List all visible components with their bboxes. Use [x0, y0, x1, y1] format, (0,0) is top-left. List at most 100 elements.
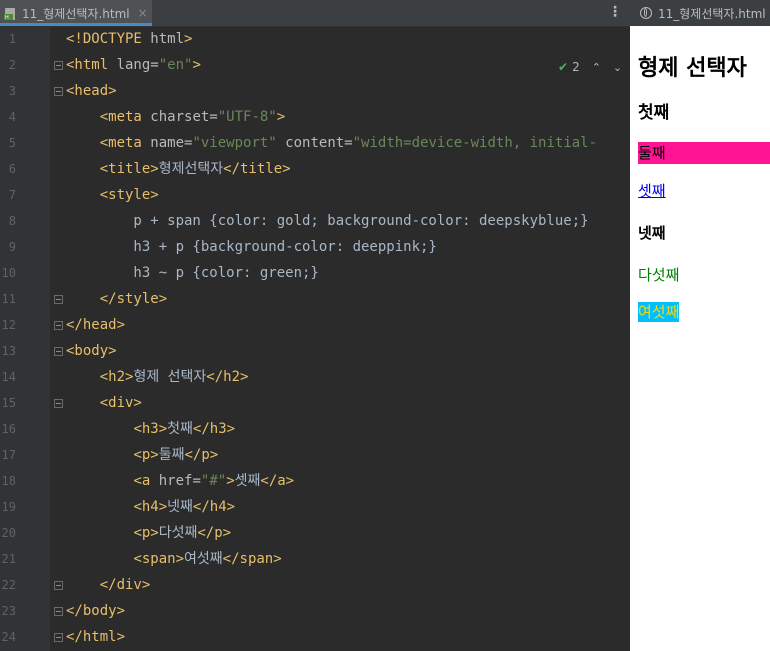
close-icon[interactable]: ×	[138, 6, 148, 20]
line-number: 1	[8, 32, 16, 46]
line-number: 2	[8, 58, 16, 72]
code-line: <a href="#">셋째</a>	[66, 468, 294, 494]
fold-marker-icon[interactable]	[54, 399, 63, 408]
line-number: 15	[1, 396, 16, 410]
code-token: content=	[276, 135, 353, 151]
line-number: 12	[1, 318, 16, 332]
line-number: 18	[1, 474, 16, 488]
code-token: </head>	[66, 317, 126, 333]
code-token: 둘째	[158, 447, 185, 463]
code-token: </a>	[260, 473, 295, 489]
code-token: <div>	[99, 395, 142, 411]
code-token: </p>	[197, 525, 232, 541]
code-line: <p>둘째</p>	[66, 442, 218, 468]
code-token: html	[150, 31, 185, 47]
code-token: >	[184, 31, 193, 47]
preview-content: 형제 선택자 첫째 둘째 셋째 넷째 다섯째 여섯째	[630, 26, 770, 651]
code-line: h3 ~ p {color: green;}	[66, 260, 319, 286]
code-token: 형제 선택자	[133, 369, 207, 385]
code-token: <meta	[99, 135, 151, 151]
code-token: lang=	[116, 57, 159, 73]
code-line: </html>	[66, 624, 125, 650]
chevron-down-icon[interactable]: ⌄	[613, 61, 622, 74]
preview-heading-h2: 형제 선택자	[638, 56, 747, 81]
line-number: 9	[8, 240, 16, 254]
code-token: <a	[133, 473, 159, 489]
fold-marker-icon[interactable]	[54, 581, 63, 590]
code-token: <h3>	[133, 421, 168, 437]
code-token: </span>	[222, 551, 282, 567]
code-token: <html	[66, 57, 117, 73]
code-token: <h2>	[99, 369, 134, 385]
code-line: <html lang="en">	[66, 52, 201, 78]
code-line: <body>	[66, 338, 117, 364]
line-number: 22	[1, 578, 16, 592]
code-line: p + span {color: gold; background-color:…	[66, 208, 588, 234]
code-line: <style>	[66, 182, 159, 208]
code-token: 셋째	[234, 473, 261, 489]
checkmark-icon: ✔	[558, 60, 569, 74]
line-number: 24	[1, 630, 16, 644]
fold-marker-icon[interactable]	[54, 295, 63, 304]
code-token: >	[226, 473, 235, 489]
line-number: 6	[8, 162, 16, 176]
preview-link-third[interactable]: 셋째	[638, 180, 666, 201]
preview-tab-title: 11_형제선택자.html	[658, 6, 766, 21]
code-token: "UTF-8"	[217, 109, 277, 125]
line-number: 11	[1, 292, 16, 306]
fold-marker-icon[interactable]	[54, 633, 63, 642]
code-token: <style>	[99, 187, 159, 203]
code-token: <h4>	[133, 499, 168, 515]
fold-marker-icon[interactable]	[54, 87, 63, 96]
code-token: h3 ~ p {color: green;}	[66, 265, 319, 281]
line-number: 13	[1, 344, 16, 358]
code-token: name=	[150, 135, 193, 151]
line-number: 3	[8, 84, 16, 98]
fold-marker-icon[interactable]	[54, 347, 63, 356]
code-token: </title>	[223, 161, 291, 177]
svg-text:H: H	[5, 15, 9, 21]
line-number: 21	[1, 552, 16, 566]
more-options-icon[interactable]: ⋮	[608, 2, 622, 22]
code-token: <body>	[66, 343, 117, 359]
line-number: 14	[1, 370, 16, 384]
fold-marker-icon[interactable]	[54, 321, 63, 330]
line-number: 10	[1, 266, 16, 280]
preview-span-sixth: 여섯째	[638, 302, 680, 322]
preview-heading-h3: 첫째	[638, 103, 670, 123]
fold-marker-icon[interactable]	[54, 61, 63, 70]
code-line: <h2>형제 선택자</h2>	[66, 364, 249, 390]
code-token: <head>	[66, 83, 117, 99]
code-token: <p>	[133, 447, 159, 463]
code-area[interactable]: 1 2 3 4 5 6 7 8 9 10 11 12 13 14 15 16 17 18 19 20 21 22 23 24 …	[0, 26, 630, 651]
code-line: <span>여섯째</span>	[66, 546, 282, 572]
line-number: 23	[1, 604, 16, 618]
html-file-icon: H	[4, 6, 18, 21]
preview-tab[interactable]: 11_형제선택자.html	[630, 0, 770, 26]
code-line: <h4>넷째</h4>	[66, 494, 235, 520]
code-token: </p>	[184, 447, 219, 463]
tab-11-sibling-selector[interactable]: H 11_형제선택자.html ×	[0, 0, 152, 26]
preview-heading-h4: 넷째	[638, 224, 666, 242]
code-line: </div>	[66, 572, 151, 598]
code-token: 여섯째	[184, 551, 223, 567]
code-token: <p>	[133, 525, 159, 541]
code-token: href=	[158, 473, 201, 489]
code-line: <title>형제선택자</title>	[66, 156, 291, 182]
inspection-widget[interactable]: ✔ 2 ⌃ ⌄	[558, 60, 622, 74]
code-token: <span>	[133, 551, 185, 567]
code-token: charset=	[150, 109, 218, 125]
fold-marker-icon[interactable]	[54, 607, 63, 616]
line-number: 5	[8, 136, 16, 150]
chevron-up-icon[interactable]: ⌃	[592, 61, 601, 74]
code-token: h3 + p {background-color: deeppink;}	[66, 239, 437, 255]
code-line: <meta charset="UTF-8">	[66, 104, 285, 130]
